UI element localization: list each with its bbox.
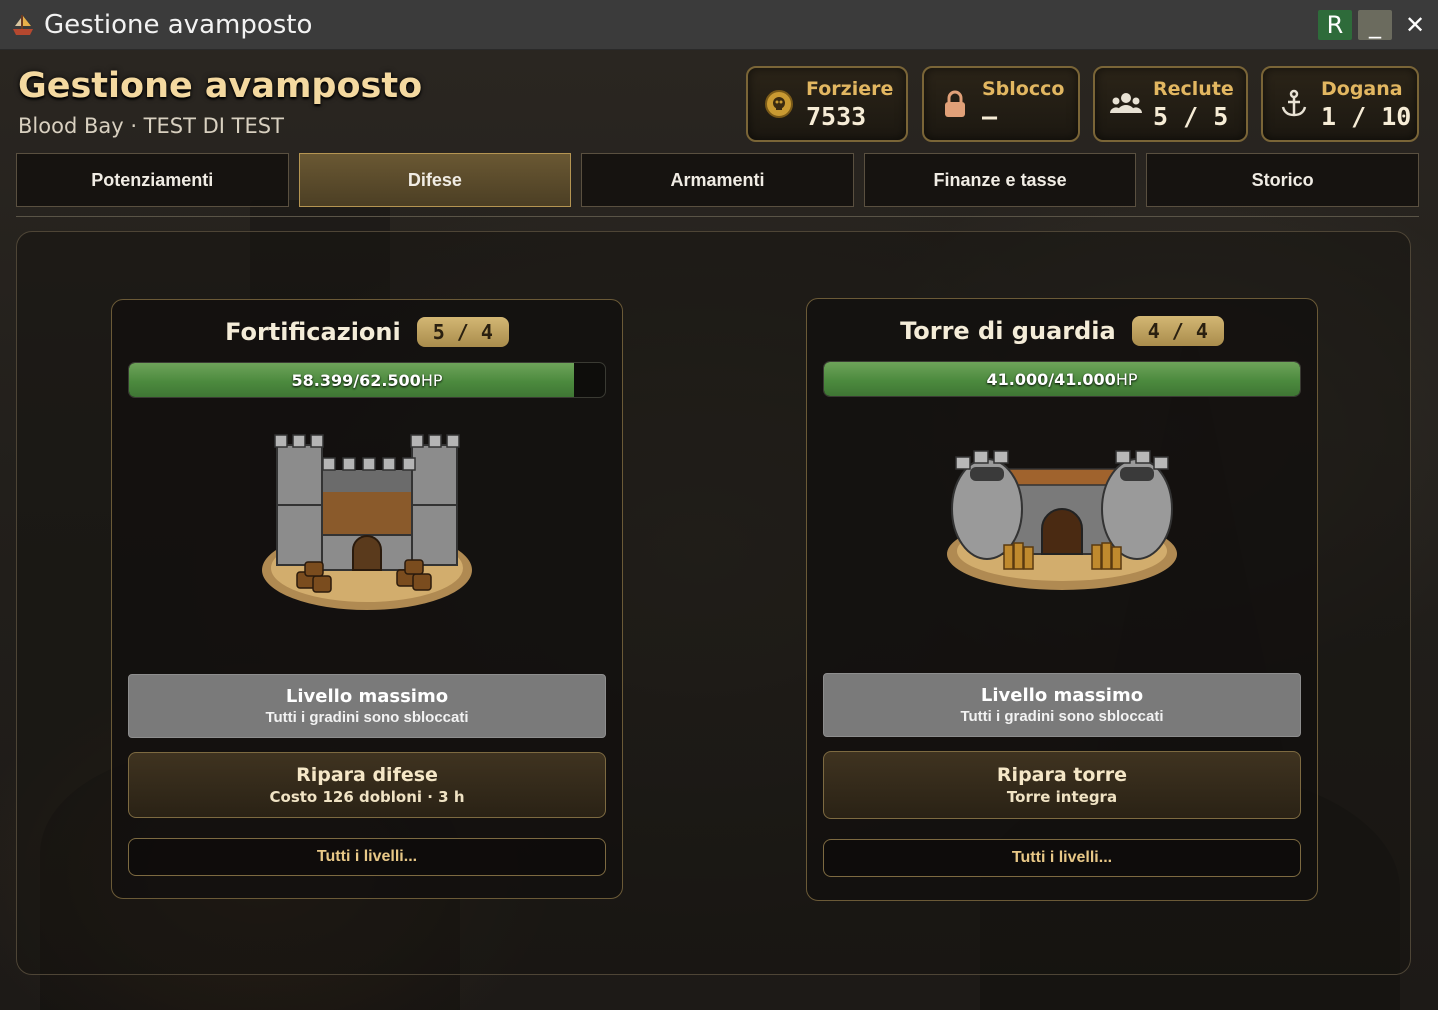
stat-label: Dogana bbox=[1321, 77, 1403, 100]
hp-unit: HP bbox=[420, 370, 443, 390]
tab-divider bbox=[16, 216, 1419, 217]
stat-dogana: Dogana 1 / 10 bbox=[1261, 66, 1419, 142]
card-torre-di-guardia: Torre di guardia 4 / 4 41.000/41.000HP bbox=[806, 298, 1318, 901]
users-icon bbox=[1109, 87, 1143, 121]
all-levels-button[interactable]: Tutti i livelli... bbox=[823, 839, 1301, 877]
r-button[interactable]: R bbox=[1318, 10, 1352, 40]
repair-cost: Costo 126 dobloni · 3 h bbox=[269, 788, 465, 806]
repair-status: Torre integra bbox=[1006, 788, 1118, 806]
stat-forziere: Forziere 7533 bbox=[746, 66, 908, 142]
hp-bar: 41.000/41.000 HP bbox=[823, 361, 1301, 397]
tab-potenziamenti[interactable]: Potenziamenti bbox=[16, 153, 289, 207]
repair-title: Ripara torre bbox=[996, 764, 1128, 786]
close-button[interactable]: ✕ bbox=[1398, 10, 1432, 40]
hp-bar: 58.399/62.500 HP bbox=[128, 362, 606, 398]
stat-label: Sblocco bbox=[982, 77, 1065, 100]
level-badge: 4 / 4 bbox=[1131, 316, 1224, 346]
page-subtitle: Blood Bay · TEST DI TEST bbox=[18, 114, 284, 138]
max-level-title: Livello massimo bbox=[285, 686, 449, 707]
repair-tower-button[interactable]: Ripara torre Torre integra bbox=[823, 751, 1301, 819]
tab-armamenti[interactable]: Armamenti bbox=[581, 153, 854, 207]
card-title: Fortificazioni bbox=[225, 318, 401, 346]
repair-defenses-button[interactable]: Ripara difese Costo 126 dobloni · 3 h bbox=[128, 752, 606, 818]
window-titlebar: Gestione avamposto R _ ✕ bbox=[0, 0, 1438, 50]
all-levels-button[interactable]: Tutti i livelli... bbox=[128, 838, 606, 876]
lock-icon bbox=[938, 87, 972, 121]
minimize-button[interactable]: _ bbox=[1358, 10, 1392, 40]
defenses-panel: Fortificazioni 5 / 4 58.399/62.500 HP Li… bbox=[16, 231, 1411, 975]
stat-sblocco: Sblocco — bbox=[922, 66, 1080, 142]
pirate-ship-icon bbox=[10, 12, 36, 38]
skull-coin-icon bbox=[762, 87, 796, 121]
tab-finanze-e-tasse[interactable]: Finanze e tasse bbox=[863, 153, 1137, 207]
close-icon: ✕ bbox=[1404, 11, 1426, 39]
stat-value: 1 / 10 bbox=[1321, 101, 1412, 131]
stat-label: Reclute bbox=[1153, 77, 1234, 100]
window-title: Gestione avamposto bbox=[44, 9, 313, 40]
stat-label: Forziere bbox=[806, 77, 894, 100]
watchtower-icon bbox=[807, 429, 1317, 649]
max-level-subtitle: Tutti i gradini sono sbloccati bbox=[960, 708, 1164, 725]
card-fortificazioni: Fortificazioni 5 / 4 58.399/62.500 HP Li… bbox=[111, 299, 623, 899]
fortress-icon bbox=[112, 430, 622, 650]
max-level-subtitle: Tutti i gradini sono sbloccati bbox=[265, 709, 469, 726]
hp-value: 58.399/62.500 bbox=[291, 370, 421, 390]
tab-bar: Potenziamenti Difese Armamenti Finanze e… bbox=[16, 153, 1419, 207]
repair-title: Ripara difese bbox=[296, 764, 438, 786]
anchor-icon bbox=[1277, 87, 1311, 121]
hp-value: 41.000/41.000 bbox=[986, 369, 1116, 389]
card-title: Torre di guardia bbox=[900, 317, 1116, 345]
max-level-button: Livello massimo Tutti i gradini sono sbl… bbox=[823, 673, 1301, 737]
page-title: Gestione avamposto bbox=[18, 66, 423, 106]
stat-reclute: Reclute 5 / 5 bbox=[1093, 66, 1248, 142]
level-badge: 5 / 4 bbox=[416, 317, 509, 347]
stat-value: 7533 bbox=[806, 101, 867, 131]
tab-difese[interactable]: Difese bbox=[298, 153, 572, 207]
max-level-button: Livello massimo Tutti i gradini sono sbl… bbox=[128, 674, 606, 738]
tab-storico[interactable]: Storico bbox=[1146, 153, 1419, 207]
stat-value: 5 / 5 bbox=[1153, 101, 1229, 131]
hp-unit: HP bbox=[1115, 369, 1138, 389]
stat-value: — bbox=[982, 101, 998, 131]
max-level-title: Livello massimo bbox=[980, 685, 1144, 706]
